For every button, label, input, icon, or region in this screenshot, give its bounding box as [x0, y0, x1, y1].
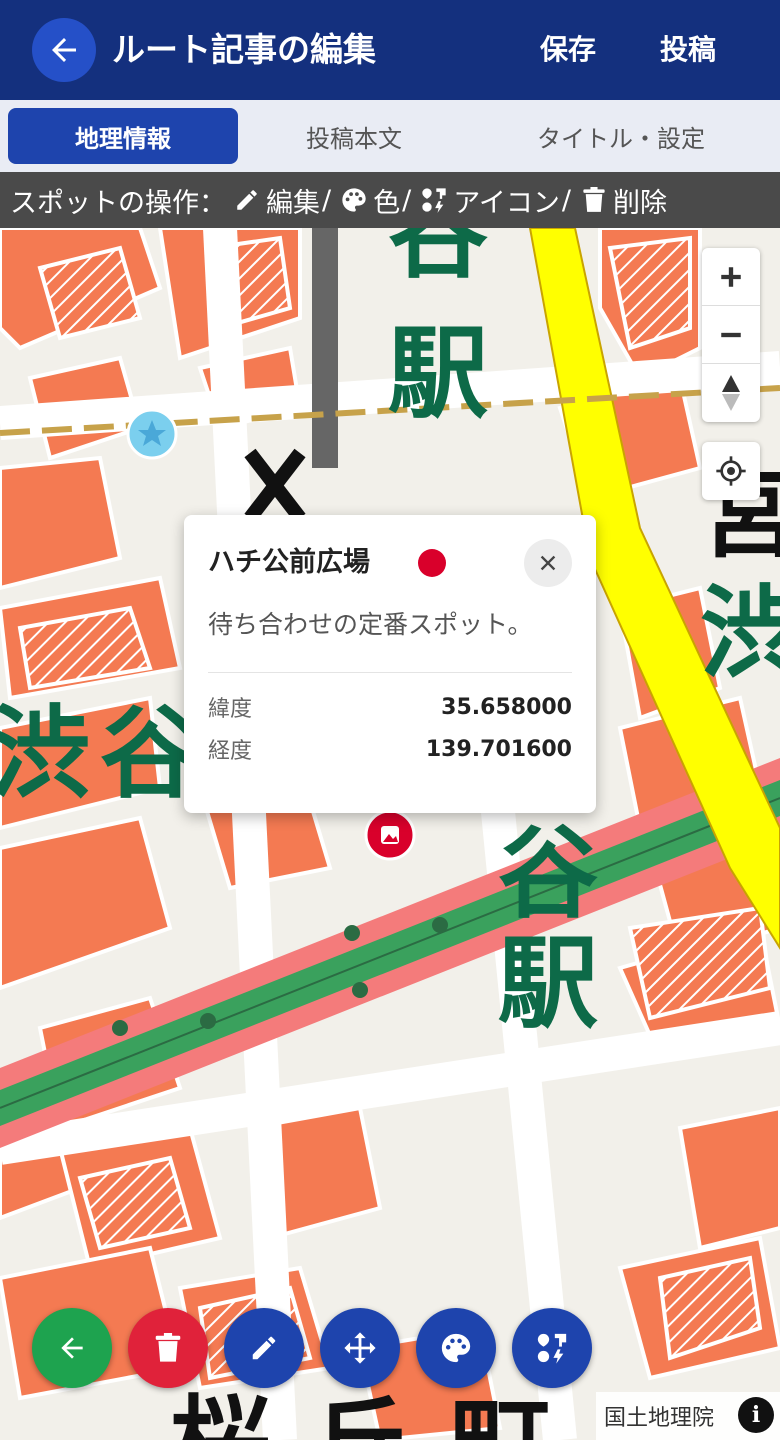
tab-title-settings[interactable]: タイトル・設定 [506, 108, 736, 164]
longitude-row: 経度 139.701600 [208, 731, 572, 767]
latitude-row: 緯度 35.658000 [208, 689, 572, 725]
spot-color-dot [418, 549, 446, 577]
spot-bar-prefix: スポットの操作： [10, 187, 226, 219]
popup-close-button[interactable] [524, 539, 572, 587]
longitude-label: 経度 [208, 739, 253, 764]
locate-button[interactable] [702, 442, 760, 500]
fab-delete-button[interactable] [128, 1308, 208, 1388]
palette-icon [441, 1333, 471, 1363]
zoom-control [702, 248, 760, 422]
separator: / [561, 184, 571, 216]
fab-icon-button[interactable] [512, 1308, 592, 1388]
map-label-station-main-1: 谷 [498, 819, 598, 930]
map-label-machi: 町 [450, 1389, 550, 1440]
palette-icon[interactable] [339, 185, 369, 215]
pencil-icon[interactable] [232, 185, 262, 215]
tab-bar: 地理情報 投稿本文 タイトル・設定 [0, 100, 780, 172]
compass-icon [722, 375, 740, 411]
fab-move-button[interactable] [320, 1308, 400, 1388]
spot-description: 待ち合わせの定番スポット。 [208, 610, 533, 639]
map-label-oka: 丘 [310, 1389, 410, 1440]
spot-icon-link[interactable]: アイコン [453, 181, 560, 220]
map-label-shibuya-1: 渋 [0, 699, 90, 810]
spot-marker-star[interactable] [126, 408, 178, 460]
map-label-sakura: 桜 [170, 1389, 270, 1440]
separator: / [322, 184, 332, 216]
arrow-left-icon [61, 1337, 83, 1359]
minus-icon [721, 332, 741, 337]
tab-post-body[interactable]: 投稿本文 [239, 108, 469, 164]
spot-title: ハチ公前広場 [208, 547, 370, 578]
spot-edit-link[interactable]: 編集 [266, 181, 320, 220]
trash-icon[interactable] [579, 185, 609, 215]
zoom-in-button[interactable] [702, 248, 760, 306]
pencil-icon [252, 1336, 276, 1360]
separator: / [402, 184, 412, 216]
save-button[interactable]: 保存 [540, 26, 596, 74]
map-view[interactable]: 谷 駅 谷 駅 渋 谷 渋 宮 桜 丘 町 [0, 228, 780, 1440]
close-icon [540, 555, 556, 571]
map-label-station-top-upper: 谷 [388, 228, 488, 290]
map-label-station-main-2: 駅 [498, 929, 598, 1040]
page-title: ルート記事の編集 [112, 30, 376, 69]
info-icon[interactable]: i [738, 1397, 774, 1433]
crosshair-icon [716, 456, 746, 486]
popup-divider [208, 672, 572, 673]
spot-color-link[interactable]: 色 [373, 181, 400, 220]
trash-icon [155, 1333, 181, 1362]
move-icon [344, 1332, 376, 1364]
arrow-left-icon [52, 38, 76, 62]
longitude-value: 139.701600 [425, 736, 572, 762]
attribution-text: 国土地理院 [604, 1406, 715, 1431]
post-button[interactable]: 投稿 [660, 26, 716, 74]
latitude-label: 緯度 [208, 697, 253, 722]
map-label-station-top: 駅 [388, 319, 488, 430]
app-header: ルート記事の編集 保存 投稿 [0, 0, 780, 100]
spot-popup: ハチ公前広場 待ち合わせの定番スポット。 緯度 35.658000 経度 139… [184, 515, 596, 813]
map-canvas: 谷 駅 谷 駅 渋 谷 渋 宮 桜 丘 町 [0, 228, 780, 1440]
map-label-shibuya-right: 渋 [700, 579, 780, 690]
icons-icon [537, 1333, 567, 1364]
latitude-value: 35.658000 [441, 694, 572, 720]
icons-icon[interactable] [419, 185, 449, 215]
spot-action-bar: スポットの操作： 編集 / 色 / アイコン / 削除 [0, 172, 780, 228]
fab-color-button[interactable] [416, 1308, 496, 1388]
spot-marker-selected[interactable] [364, 809, 416, 861]
compass-button[interactable] [702, 364, 760, 422]
fab-edit-button[interactable] [224, 1308, 304, 1388]
plus-icon [721, 266, 741, 287]
tab-geo-info[interactable]: 地理情報 [8, 108, 238, 164]
fab-back-button[interactable] [32, 1308, 112, 1388]
header-back-button[interactable] [32, 18, 96, 82]
spot-delete-link[interactable]: 削除 [613, 181, 667, 220]
zoom-out-button[interactable] [702, 306, 760, 364]
